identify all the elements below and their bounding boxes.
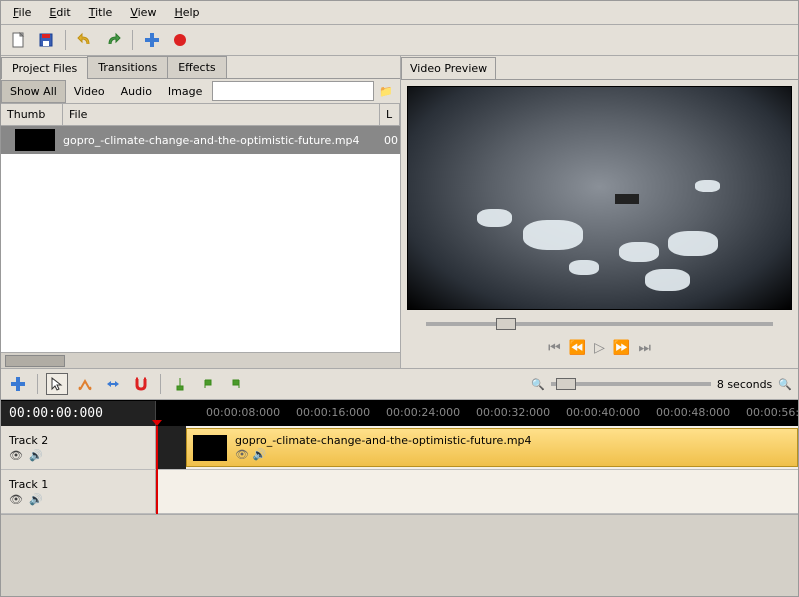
tab-project-files[interactable]: Project Files bbox=[1, 57, 88, 79]
timeline-hscroll[interactable] bbox=[1, 514, 798, 528]
timeline-tracks: Track 2 👁 🔊 gopro_-climate-change-and-th… bbox=[1, 426, 798, 514]
file-thumb bbox=[15, 129, 55, 151]
speaker-icon[interactable]: 🔊 bbox=[29, 493, 43, 506]
play-button[interactable]: ▷ bbox=[594, 340, 605, 356]
speaker-icon: 🔊 bbox=[252, 448, 266, 461]
preview-scrubber[interactable] bbox=[407, 314, 792, 334]
preview-panel: Video Preview ⏮ ⏪ ▷ ⏩ ⏭ bbox=[401, 56, 798, 368]
clip-name: gopro_-climate-change-and-the-optimistic… bbox=[235, 434, 532, 447]
zoom-label: 8 seconds bbox=[717, 378, 772, 391]
col-length[interactable]: L bbox=[380, 104, 400, 125]
timeline-ruler[interactable]: 00:00:00:000 00:00:08:000 00:00:16:000 0… bbox=[1, 400, 798, 426]
add-marker-button[interactable] bbox=[169, 373, 191, 395]
menu-title[interactable]: Title bbox=[81, 3, 121, 22]
tab-video-preview[interactable]: Video Preview bbox=[401, 57, 496, 80]
file-extra: 00 bbox=[384, 134, 400, 147]
snap-button[interactable] bbox=[130, 373, 152, 395]
pointer-tool[interactable] bbox=[46, 373, 68, 395]
menubar: FFileile Edit Title View Help bbox=[1, 1, 798, 25]
add-track-button[interactable] bbox=[7, 373, 29, 395]
speaker-icon[interactable]: 🔊 bbox=[29, 449, 43, 462]
ruler-tick: 00:00:08:000 bbox=[206, 406, 280, 419]
track-1-header[interactable]: Track 1 👁 🔊 bbox=[1, 470, 156, 513]
prev-marker-button[interactable] bbox=[197, 373, 219, 395]
track-2: Track 2 👁 🔊 gopro_-climate-change-and-th… bbox=[1, 426, 798, 470]
timeline-toolbar: 🔍 8 seconds 🔍 bbox=[1, 368, 798, 400]
project-panel: Project Files Transitions Effects Show A… bbox=[1, 56, 401, 368]
timecode-display: 00:00:00:000 bbox=[1, 401, 156, 426]
file-list: gopro_-climate-change-and-the-optimistic… bbox=[1, 126, 400, 352]
next-marker-button[interactable] bbox=[225, 373, 247, 395]
ruler-tick: 00:00:40:000 bbox=[566, 406, 640, 419]
track-2-name: Track 2 bbox=[9, 434, 147, 447]
eye-icon[interactable]: 👁 bbox=[9, 449, 23, 462]
forward-button[interactable]: ⏩ bbox=[613, 340, 630, 356]
skip-start-button[interactable]: ⏮ bbox=[548, 340, 561, 356]
filter-image[interactable]: Image bbox=[160, 81, 210, 102]
folder-icon[interactable]: 📁 bbox=[379, 85, 397, 98]
playhead[interactable] bbox=[156, 426, 158, 514]
preview-video[interactable] bbox=[407, 86, 792, 310]
filter-show-all[interactable]: Show All bbox=[1, 80, 66, 103]
col-thumb[interactable]: Thumb bbox=[1, 104, 63, 125]
eye-icon: 👁 bbox=[235, 448, 249, 461]
ruler-tick: 00:00:16:000 bbox=[296, 406, 370, 419]
menu-help[interactable]: Help bbox=[166, 3, 207, 22]
tab-transitions[interactable]: Transitions bbox=[87, 56, 168, 78]
eye-icon[interactable]: 👁 bbox=[9, 493, 23, 506]
ruler-tick: 00:00:32:000 bbox=[476, 406, 550, 419]
track-1-body[interactable] bbox=[156, 470, 798, 513]
col-file[interactable]: File bbox=[63, 104, 380, 125]
ruler-tick: 00:00:56:000 bbox=[746, 406, 798, 419]
skip-end-button[interactable]: ⏭ bbox=[638, 340, 651, 356]
ruler-tick: 00:00:48:000 bbox=[656, 406, 730, 419]
menu-edit[interactable]: Edit bbox=[41, 3, 78, 22]
filter-video[interactable]: Video bbox=[66, 81, 113, 102]
file-name-label: gopro_-climate-change-and-the-optimistic… bbox=[63, 134, 384, 147]
new-button[interactable] bbox=[7, 29, 29, 51]
menu-view[interactable]: View bbox=[122, 3, 164, 22]
resize-tool[interactable] bbox=[102, 373, 124, 395]
razor-tool[interactable] bbox=[74, 373, 96, 395]
tab-effects[interactable]: Effects bbox=[167, 56, 226, 78]
zoom-out-icon[interactable]: 🔍 bbox=[531, 378, 545, 391]
track-1: Track 1 👁 🔊 bbox=[1, 470, 798, 514]
undo-button[interactable] bbox=[74, 29, 96, 51]
record-button[interactable] bbox=[169, 29, 191, 51]
file-hscroll[interactable] bbox=[1, 352, 400, 368]
menu-file[interactable]: FFileile bbox=[5, 3, 39, 22]
track-2-header[interactable]: Track 2 👁 🔊 bbox=[1, 426, 156, 469]
ship-graphic bbox=[615, 194, 639, 204]
ruler-tick: 00:00:24:000 bbox=[386, 406, 460, 419]
zoom-in-icon[interactable]: 🔍 bbox=[778, 378, 792, 391]
track-2-body[interactable]: gopro_-climate-change-and-the-optimistic… bbox=[156, 426, 798, 469]
file-row[interactable]: gopro_-climate-change-and-the-optimistic… bbox=[1, 126, 400, 154]
save-button[interactable] bbox=[35, 29, 57, 51]
main-toolbar bbox=[1, 25, 798, 56]
zoom-slider[interactable] bbox=[551, 382, 711, 386]
clip-thumb bbox=[193, 435, 227, 461]
filter-audio[interactable]: Audio bbox=[113, 81, 160, 102]
rewind-button[interactable]: ⏪ bbox=[569, 340, 586, 356]
redo-button[interactable] bbox=[102, 29, 124, 51]
track-1-name: Track 1 bbox=[9, 478, 147, 491]
import-button[interactable] bbox=[141, 29, 163, 51]
filter-search-input[interactable] bbox=[212, 81, 374, 101]
clip[interactable]: gopro_-climate-change-and-the-optimistic… bbox=[186, 428, 798, 467]
